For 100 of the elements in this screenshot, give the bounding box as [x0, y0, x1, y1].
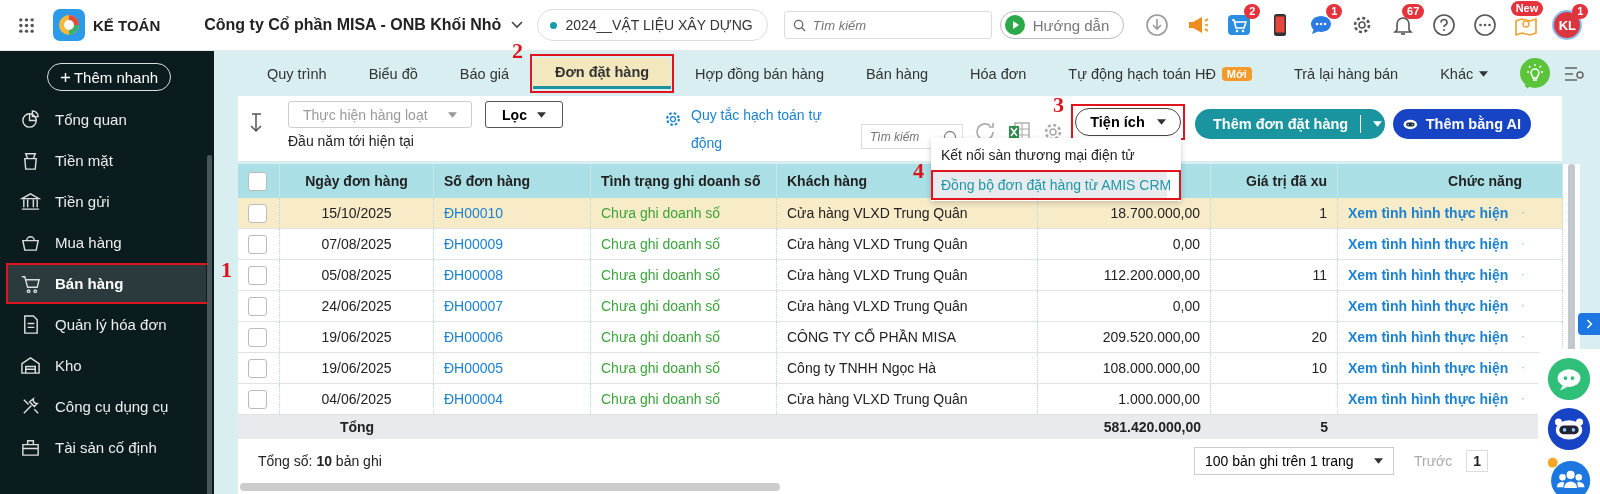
sidebar-item[interactable]: Tài sản cố định	[8, 429, 206, 466]
search-field[interactable]: Tìm kiếm	[783, 11, 992, 39]
order-number-link[interactable]: ĐH00008	[444, 267, 504, 283]
plus-icon	[59, 71, 71, 83]
robot-icon[interactable]	[1547, 407, 1591, 451]
column-header[interactable]: Chức năng	[1448, 173, 1522, 189]
total-amount: 5	[1320, 419, 1328, 435]
notification-badge: New	[1510, 1, 1544, 16]
tab[interactable]: Trả lại hàng bán	[1275, 58, 1417, 89]
sidebar-item[interactable]: Tiền gửi	[8, 183, 206, 220]
sidebar-item[interactable]: Bán hàng	[8, 265, 206, 302]
tools-icon	[20, 396, 41, 417]
horizontal-scrollbar[interactable]	[240, 483, 780, 491]
checkbox[interactable]	[248, 171, 267, 191]
column-header[interactable]: Tình trạng ghi doanh số	[601, 173, 761, 189]
settings-icon[interactable]	[663, 109, 683, 129]
checkbox[interactable]	[248, 203, 267, 223]
table-row[interactable]: 24/06/2025 ĐH00007 Chưa ghi doanh số Cửa hàng VLXD Trung Quân 0,00 Xem tình hình thực hiện	[238, 291, 1563, 322]
caret-icon	[536, 111, 546, 118]
view-progress-link[interactable]: Xem tình hình thực hiện	[1348, 298, 1509, 314]
sidebar-item[interactable]: Tổng quan	[8, 101, 206, 138]
guide-button[interactable]: Hướng dẫn	[999, 11, 1125, 39]
chevron-icon	[511, 21, 524, 29]
amount-cell: 20	[1311, 329, 1327, 345]
tab[interactable]: Quy trình	[249, 58, 345, 89]
caret-icon[interactable]	[1373, 121, 1383, 127]
table-row[interactable]: 19/06/2025 ĐH00006 Chưa ghi doanh số CÔNG TY CỔ PHẦN MISA 209.520.000,00 20 Xem tình hình thực hiện	[238, 322, 1563, 353]
column-settings-icon[interactable]	[1564, 64, 1586, 83]
cart-icon[interactable]	[1227, 13, 1252, 37]
order-number-link[interactable]: ĐH00007	[444, 298, 504, 314]
order-number-link[interactable]: ĐH00009	[444, 236, 504, 252]
order-number-link[interactable]: ĐH00006	[444, 329, 504, 345]
checkbox[interactable]	[248, 265, 267, 285]
date-cell: 19/06/2025	[321, 360, 392, 376]
lightbulb-icon[interactable]	[1518, 56, 1552, 91]
tab[interactable]: Khác	[1422, 58, 1507, 89]
accounting-rules-link[interactable]: Quy tắc hạch toán tự động	[691, 101, 841, 157]
tab[interactable]: Bán hàng	[847, 58, 947, 89]
notification-badge: 1	[1326, 4, 1343, 19]
add-with-ai-button[interactable]: Thêm bằng AI	[1393, 109, 1531, 139]
filter-button[interactable]: Lọc	[485, 101, 563, 128]
total-amount: 581.420.000,00	[1103, 419, 1201, 435]
checkbox[interactable]	[248, 234, 267, 254]
view-progress-link[interactable]: Xem tình hình thực hiện	[1348, 236, 1509, 252]
checkbox[interactable]	[248, 389, 267, 409]
column-header[interactable]: Ngày đơn hàng	[305, 173, 408, 189]
amount-cell: 1.000.000,00	[1118, 391, 1200, 407]
tab[interactable]: Hợp đồng bán hàng	[677, 58, 842, 89]
sidebar-item[interactable]: Công cụ dụng cụ	[8, 388, 206, 425]
download-icon[interactable]	[1145, 13, 1170, 37]
chat-icon[interactable]	[1309, 13, 1334, 37]
status-cell: Chưa ghi doanh số	[601, 391, 721, 407]
column-header[interactable]: Khách hàng	[787, 173, 868, 189]
sidebar-item[interactable]: Mua hàng	[8, 224, 206, 261]
record-count: Tổng số: 10 bản ghi	[258, 453, 382, 469]
help-icon[interactable]	[1432, 13, 1457, 37]
page-number[interactable]: 1	[1466, 450, 1488, 472]
column-header[interactable]: Giá trị đã xu	[1246, 173, 1327, 189]
sidebar-item[interactable]: Tiền mặt	[8, 142, 206, 179]
order-number-link[interactable]: ĐH00010	[444, 205, 504, 221]
app-grid-icon[interactable]	[18, 16, 35, 34]
view-progress-link[interactable]: Xem tình hình thực hiện	[1348, 329, 1509, 345]
customer-cell: Cửa hàng VLXD Trung Quân	[787, 205, 968, 221]
sidebar-item[interactable]: Kho	[8, 347, 206, 384]
utilities-button[interactable]: Tiện ích	[1075, 108, 1181, 136]
more-icon[interactable]	[1473, 13, 1498, 37]
amount-cell: 18.700.000,00	[1110, 205, 1200, 221]
tab[interactable]: Đơn đặt hàng	[533, 58, 672, 89]
tab[interactable]: Tự động hạch toán HĐ Mới	[1050, 58, 1270, 89]
table-row[interactable]: 07/08/2025 ĐH00009 Chưa ghi doanh số Cửa hàng VLXD Trung Quân 0,00 Xem tình hình thực hiện	[238, 229, 1563, 260]
view-progress-link[interactable]: Xem tình hình thực hiện	[1348, 267, 1509, 283]
table-row[interactable]: 05/08/2025 ĐH00008 Chưa ghi doanh số Cửa hàng VLXD Trung Quân 112.200.000,00 11 Xem tình hình thực hiện	[238, 260, 1563, 291]
caret-icon	[1156, 119, 1166, 125]
chat-bubble-icon[interactable]	[1547, 357, 1591, 401]
database-selector[interactable]: 2024__VẬT LIỆU XÂY DỰNG	[537, 9, 768, 41]
order-number-link[interactable]: ĐH00004	[444, 391, 504, 407]
play-icon	[1004, 15, 1025, 35]
page-size-dropdown[interactable]: 100 bản ghi trên 1 trang	[1193, 447, 1394, 475]
briefcase-icon	[20, 437, 41, 458]
expand-panel-button[interactable]	[1578, 313, 1600, 335]
column-header[interactable]: Số đơn hàng	[444, 173, 531, 189]
date-cell: 15/10/2025	[321, 205, 392, 221]
company-selector[interactable]: Công ty Cổ phần MISA - ONB Khối Nhỏ	[204, 16, 524, 34]
checkbox[interactable]	[248, 327, 267, 347]
table-row[interactable]: 15/10/2025 ĐH00010 Chưa ghi doanh số Cửa hàng VLXD Trung Quân 18.700.000,00 1 Xem tình hình thực hiện	[238, 198, 1563, 229]
add-order-button[interactable]: Thêm đơn đặt hàng	[1195, 109, 1385, 139]
checkbox[interactable]	[248, 296, 267, 316]
community-icon[interactable]	[1547, 457, 1591, 494]
status-cell: Chưa ghi doanh số	[601, 267, 721, 283]
sidebar-item[interactable]: Quản lý hóa đơn	[8, 306, 206, 343]
order-number-link[interactable]: ĐH00005	[444, 360, 504, 376]
notification-badge: 2	[1244, 4, 1261, 19]
caret-icon	[1479, 70, 1489, 77]
vertical-scrollbar[interactable]	[207, 155, 212, 494]
tab[interactable]: Biểu đồ	[350, 58, 436, 89]
checkbox[interactable]	[248, 358, 267, 378]
view-progress-link[interactable]: Xem tình hình thực hiện	[1348, 360, 1509, 376]
view-progress-link[interactable]: Xem tình hình thực hiện	[1348, 391, 1509, 407]
tab[interactable]: Hóa đơn	[952, 58, 1045, 89]
amount-cell: 0,00	[1172, 298, 1200, 314]
